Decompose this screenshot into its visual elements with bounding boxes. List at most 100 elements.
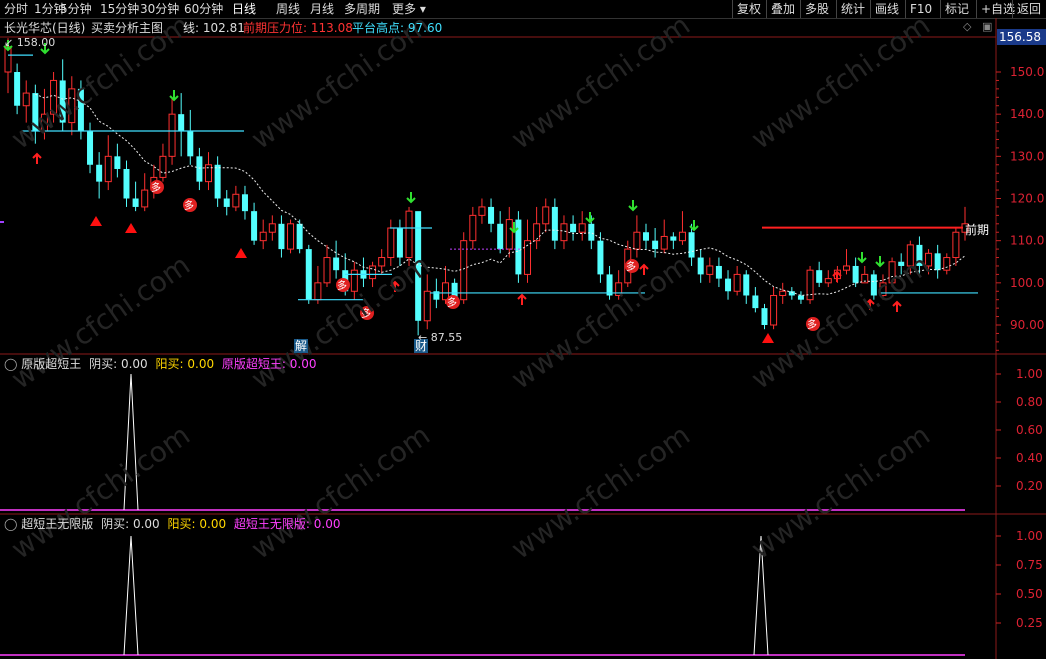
candle-body	[633, 231, 641, 250]
sell-arrow-icon	[628, 200, 638, 212]
candle-body	[660, 235, 668, 250]
price-tick-label: 100.0	[1010, 276, 1044, 290]
price-tick-label: 110.0	[1010, 234, 1044, 248]
line-value: 线: 102.81	[183, 21, 245, 35]
candle-body	[597, 240, 604, 275]
candle-body	[505, 219, 513, 250]
watermark-text: www.cfchi.com	[745, 418, 936, 565]
candle-body	[278, 223, 285, 250]
candle-body	[643, 232, 649, 241]
candle-body	[743, 274, 750, 296]
candle-body	[96, 164, 103, 182]
indicator1-name[interactable]: 原版超短王	[21, 357, 81, 371]
duo-badge-label: 多	[447, 296, 457, 309]
indicator1-yang: 阳买: 0.00	[155, 357, 215, 371]
candle-body	[333, 257, 340, 271]
indicator2-title: ◯ 超短王无限版 阴买: 0.00 阳买: 0.00 超短王无限版: 0.00	[4, 516, 341, 532]
collapse-icon[interactable]: ◯	[4, 357, 17, 371]
candle-body	[114, 156, 121, 169]
ind2-tick-label: 1.00	[1016, 529, 1043, 543]
candle-body	[652, 240, 659, 250]
candle-body	[606, 274, 613, 296]
jie-marker: 解	[294, 339, 309, 353]
candle-body	[241, 194, 248, 212]
candle-body	[423, 290, 431, 322]
candle-body	[715, 265, 722, 279]
candle-body	[515, 219, 522, 275]
ind1-tick-label: 0.20	[1016, 479, 1043, 493]
ind1-tick-label: 1.00	[1016, 367, 1043, 381]
candle-body	[296, 223, 303, 250]
candle-body	[387, 227, 395, 259]
price-tick-label: 90.00	[1010, 318, 1044, 332]
pressure-side-label: 前期	[965, 223, 990, 237]
indicator2-yin: 阴买: 0.00	[101, 517, 160, 531]
duo-badge-label: 多	[337, 279, 347, 292]
sell-arrow-icon	[857, 252, 867, 264]
triangle-icon	[235, 248, 247, 258]
indicator2-value: 超短王无限版: 0.00	[233, 517, 341, 531]
candle-body	[542, 206, 550, 225]
candle-body	[123, 168, 130, 199]
candle-body	[214, 164, 221, 199]
watermark-text: www.cfchi.com	[745, 8, 936, 155]
candle-body	[14, 72, 21, 106]
buy-arrow-icon	[517, 293, 527, 305]
candle-body	[678, 231, 686, 242]
watermark-text: www.cfchi.com	[505, 418, 696, 565]
duo-badge-label: 多	[184, 199, 194, 212]
candle-body	[141, 189, 149, 208]
watermark-text: www.cfchi.com	[5, 418, 196, 565]
watermark-text: www.cfchi.com	[5, 248, 196, 395]
candle-body	[104, 155, 112, 183]
indicator2-name[interactable]: 超短王无限版	[21, 517, 93, 531]
candle-body	[178, 114, 185, 132]
price-tick-label: 120.0	[1010, 192, 1044, 206]
triangle-icon	[762, 333, 774, 343]
indicator-name[interactable]: 买卖分析主图	[91, 20, 163, 36]
ind2-tick-label: 0.25	[1016, 616, 1043, 630]
candle-body	[843, 265, 851, 271]
indicator1-title: ◯ 原版超短王 阴买: 0.00 阳买: 0.00 原版超短王: 0.00	[4, 356, 317, 372]
candle-body	[670, 236, 677, 241]
watermark-text: www.cfchi.com	[505, 8, 696, 155]
collapse-icon-2[interactable]: ◯	[4, 517, 17, 531]
candle-body	[560, 223, 568, 242]
pressure-value: 前期压力位: 113.08	[243, 21, 353, 35]
candle-body	[688, 232, 695, 258]
platform-value: 平台高点: 97.60	[352, 21, 443, 35]
duo-badge-label: 多	[626, 260, 636, 273]
ind1-tick-label: 0.40	[1016, 451, 1043, 465]
indicator2-yang: 阳买: 0.00	[167, 517, 227, 531]
candle-body	[223, 198, 230, 207]
candle-body	[761, 308, 768, 325]
candle-body	[733, 273, 741, 292]
candle-body	[251, 211, 258, 241]
candle-body	[469, 214, 477, 242]
candle-body	[824, 278, 832, 284]
candle-body	[369, 265, 377, 280]
candle-body	[588, 223, 595, 241]
candle-body	[578, 223, 586, 233]
candle-body	[952, 231, 960, 259]
candle-body	[697, 257, 704, 275]
candle-body	[268, 223, 276, 233]
candle-body	[323, 257, 331, 284]
sell-arrow-icon	[875, 256, 885, 268]
price-tick-label: 140.0	[1010, 107, 1044, 121]
watermark-text: www.cfchi.com	[245, 418, 436, 565]
candle-body	[943, 257, 951, 271]
candle-body	[752, 295, 759, 309]
candle-body	[305, 249, 312, 300]
candle-body	[533, 223, 541, 242]
candle-body	[934, 253, 941, 271]
candle-body	[196, 156, 203, 182]
window-toggle-icon[interactable]: ▣	[982, 20, 992, 33]
sell-arrow-icon	[169, 90, 179, 102]
diamond-icon[interactable]: ◇	[963, 20, 971, 33]
candle-body	[159, 155, 167, 178]
price-chart[interactable]: 150.0140.0130.0120.0110.0100.090.00多多多多多…	[0, 0, 1046, 659]
candle-body	[22, 92, 30, 107]
ind2-tick-label: 0.75	[1016, 558, 1043, 572]
candle-body	[87, 131, 94, 165]
